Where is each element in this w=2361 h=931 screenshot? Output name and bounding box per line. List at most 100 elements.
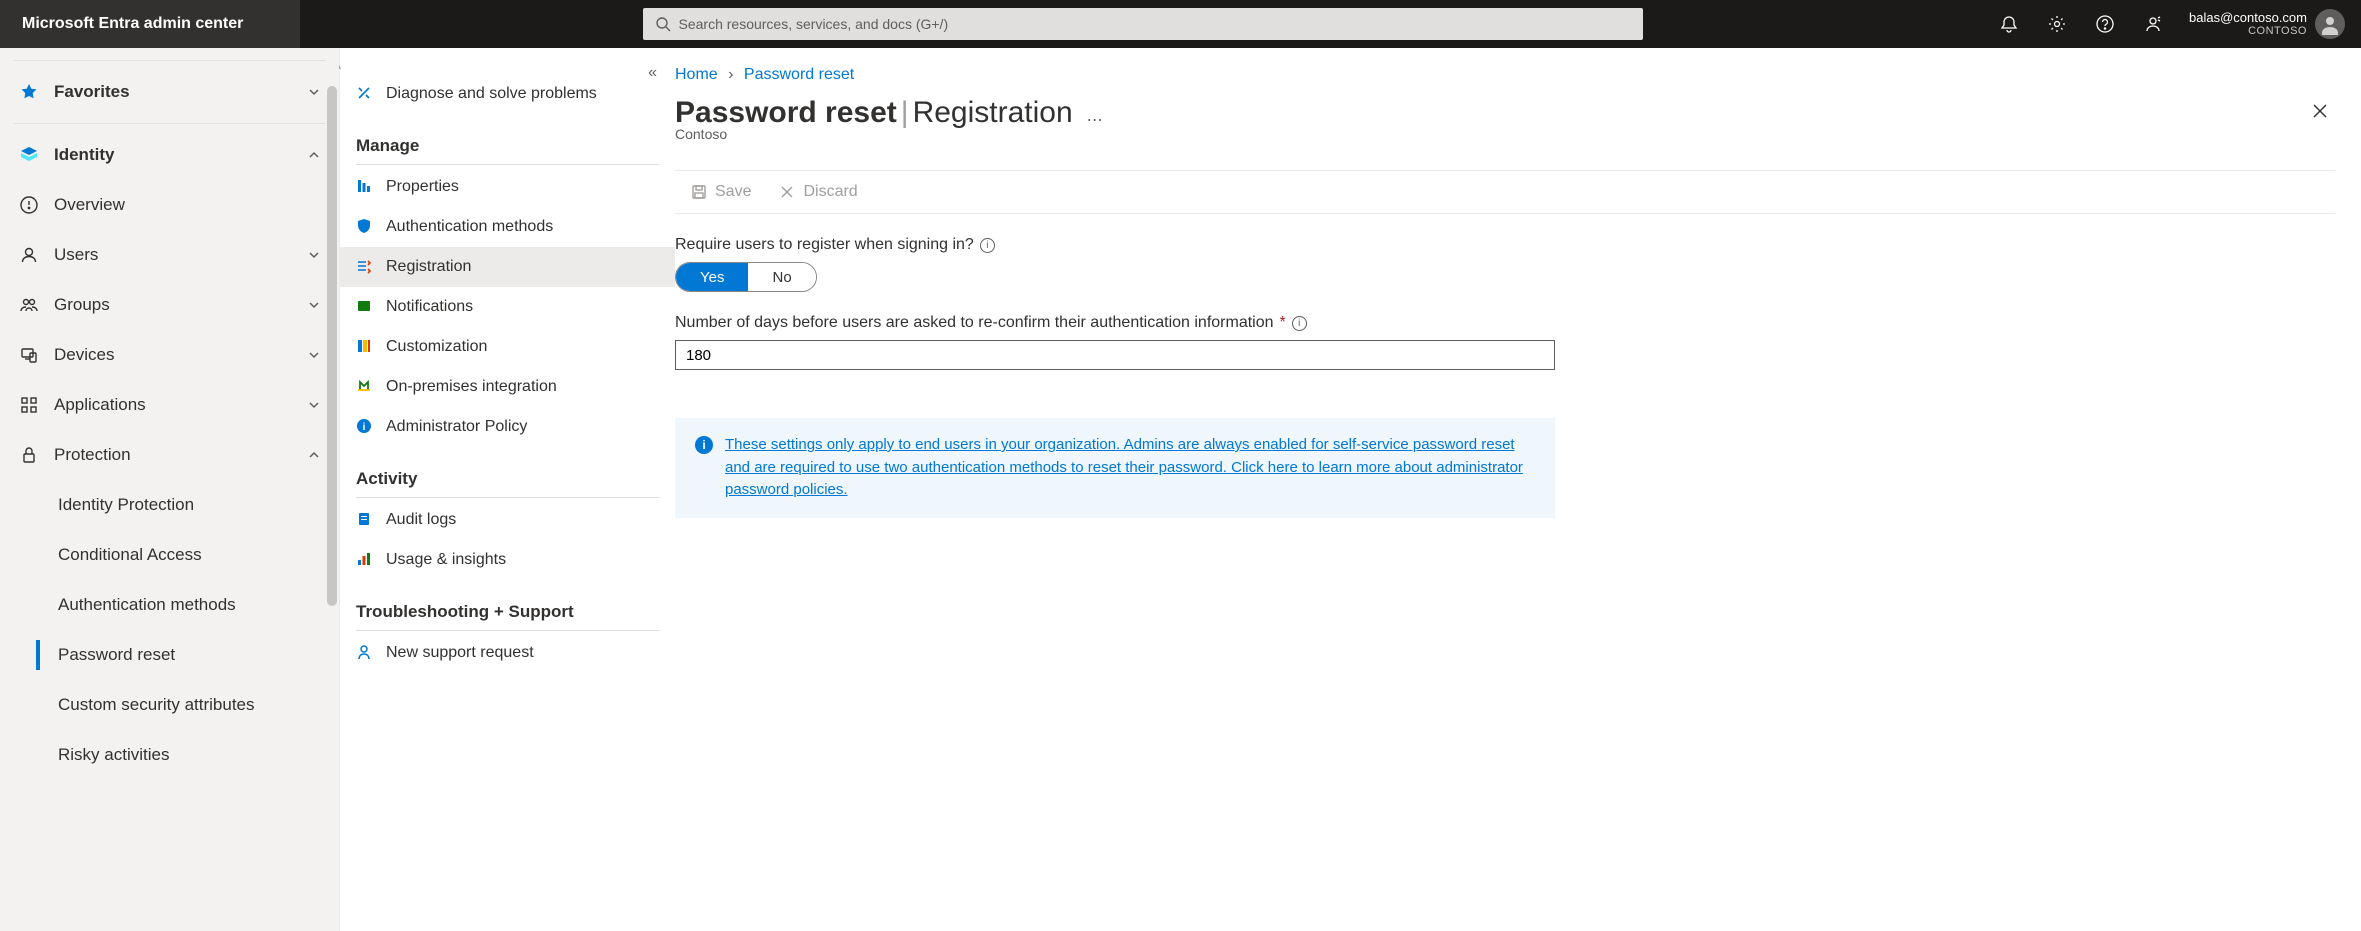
breadcrumb-password-reset[interactable]: Password reset <box>744 66 854 83</box>
info-banner-link[interactable]: These settings only apply to end users i… <box>725 434 1535 502</box>
blade-item-properties[interactable]: Properties <box>340 167 675 207</box>
info-icon[interactable]: i <box>980 238 995 253</box>
overview-icon <box>18 194 40 216</box>
notifications-icon <box>356 298 374 316</box>
sidebar-label-applications: Applications <box>54 395 293 415</box>
applications-icon <box>18 394 40 416</box>
sidebar-sub-conditional-access[interactable]: Conditional Access <box>0 530 339 580</box>
feedback-icon[interactable] <box>2129 0 2177 48</box>
blade-label-usage: Usage & insights <box>386 551 506 569</box>
blade-item-usage[interactable]: Usage & insights <box>340 540 675 580</box>
identity-icon <box>18 144 40 166</box>
blade-section-troubleshoot: Troubleshooting + Support <box>340 580 675 630</box>
audit-icon <box>356 511 374 529</box>
blade-item-registration[interactable]: Registration <box>340 247 675 287</box>
chevron-down-icon <box>307 398 321 412</box>
discard-button[interactable]: Discard <box>767 171 869 213</box>
sidebar-sub-risky-activities[interactable]: Risky activities <box>0 730 339 780</box>
properties-icon <box>356 178 374 196</box>
sidebar-item-identity[interactable]: Identity <box>0 130 339 180</box>
help-icon[interactable] <box>2081 0 2129 48</box>
chevron-down-icon <box>307 348 321 362</box>
blade-nav: « Diagnose and solve problems Manage Pro… <box>340 48 675 931</box>
avatar <box>2315 9 2345 39</box>
info-banner: i These settings only apply to end users… <box>675 418 1555 518</box>
sidebar-item-favorites[interactable]: Favorites <box>0 67 339 117</box>
sidebar-label-devices: Devices <box>54 345 293 365</box>
sidebar-scrollbar[interactable] <box>325 48 339 931</box>
settings-icon[interactable] <box>2033 0 2081 48</box>
sidebar-label-groups: Groups <box>54 295 293 315</box>
save-icon <box>691 184 707 200</box>
sidebar-item-overview[interactable]: Overview <box>0 180 339 230</box>
blade-label-admin-policy: Administrator Policy <box>386 418 527 436</box>
toggle-no[interactable]: No <box>748 263 815 291</box>
sidebar-item-applications[interactable]: Applications <box>0 380 339 430</box>
diagnose-icon <box>356 85 374 103</box>
users-icon <box>18 244 40 266</box>
devices-icon <box>18 344 40 366</box>
days-input[interactable] <box>675 340 1555 370</box>
shield-icon <box>356 218 374 236</box>
chevron-down-icon <box>307 248 321 262</box>
sidebar-sub-password-reset[interactable]: Password reset <box>0 630 339 680</box>
registration-icon <box>356 258 374 276</box>
toggle-yes[interactable]: Yes <box>676 263 748 291</box>
blade-label-registration: Registration <box>386 258 471 276</box>
breadcrumb: Home › Password reset <box>675 48 2335 90</box>
top-bar: Microsoft Entra admin center balas@conto… <box>0 0 2361 48</box>
command-bar: Save Discard <box>675 170 2335 214</box>
save-button[interactable]: Save <box>679 171 763 213</box>
chevron-up-icon <box>307 148 321 162</box>
close-blade-icon[interactable] <box>2305 96 2335 126</box>
blade-item-diagnose[interactable]: Diagnose and solve problems <box>340 74 675 114</box>
customization-icon <box>356 338 374 356</box>
sidebar-label-favorites: Favorites <box>54 82 293 102</box>
sidebar-item-groups[interactable]: Groups <box>0 280 339 330</box>
onprem-icon <box>356 378 374 396</box>
lock-icon <box>18 444 40 466</box>
discard-icon <box>779 184 795 200</box>
collapse-blade-icon[interactable]: « <box>648 64 657 82</box>
sidebar-label-identity: Identity <box>54 145 293 165</box>
blade-label-support: New support request <box>386 644 534 662</box>
primary-sidebar: ▴ Favorites Identity Overview <box>0 48 340 931</box>
search-input[interactable] <box>679 16 1631 32</box>
blade-label-customization: Customization <box>386 338 487 356</box>
brand-label[interactable]: Microsoft Entra admin center <box>0 0 300 48</box>
blade-item-audit-logs[interactable]: Audit logs <box>340 500 675 540</box>
blade-item-admin-policy[interactable]: i Administrator Policy <box>340 407 675 447</box>
save-label: Save <box>715 183 751 201</box>
sidebar-sub-custom-security[interactable]: Custom security attributes <box>0 680 339 730</box>
sidebar-item-devices[interactable]: Devices <box>0 330 339 380</box>
sidebar-sub-auth-methods[interactable]: Authentication methods <box>0 580 339 630</box>
user-menu[interactable]: balas@contoso.com CONTOSO <box>2177 9 2353 39</box>
star-icon <box>18 81 40 103</box>
breadcrumb-home[interactable]: Home <box>675 66 718 83</box>
sidebar-label-users: Users <box>54 245 293 265</box>
search-icon <box>655 16 671 32</box>
sidebar-item-users[interactable]: Users <box>0 230 339 280</box>
blade-label-onprem: On-premises integration <box>386 378 557 396</box>
blade-section-manage: Manage <box>340 114 675 164</box>
info-icon[interactable]: i <box>1292 316 1307 331</box>
breadcrumb-sep: › <box>728 66 733 83</box>
search-box[interactable] <box>643 8 1643 40</box>
sidebar-sub-identity-protection[interactable]: Identity Protection <box>0 480 339 530</box>
notifications-icon[interactable] <box>1985 0 2033 48</box>
discard-label: Discard <box>803 183 857 201</box>
more-actions-icon[interactable]: ⋯ <box>1087 110 1105 130</box>
sidebar-label-overview: Overview <box>54 195 321 215</box>
blade-item-auth-methods[interactable]: Authentication methods <box>340 207 675 247</box>
require-register-toggle[interactable]: Yes No <box>675 262 817 292</box>
blade-label-properties: Properties <box>386 178 459 196</box>
groups-icon <box>18 294 40 316</box>
blade-item-customization[interactable]: Customization <box>340 327 675 367</box>
sidebar-item-protection[interactable]: Protection <box>0 430 339 480</box>
chevron-down-icon <box>307 298 321 312</box>
info-banner-icon: i <box>695 436 713 454</box>
blade-item-onprem[interactable]: On-premises integration <box>340 367 675 407</box>
blade-item-notifications[interactable]: Notifications <box>340 287 675 327</box>
require-register-label: Require users to register when signing i… <box>675 236 1555 254</box>
blade-item-support[interactable]: New support request <box>340 633 675 673</box>
